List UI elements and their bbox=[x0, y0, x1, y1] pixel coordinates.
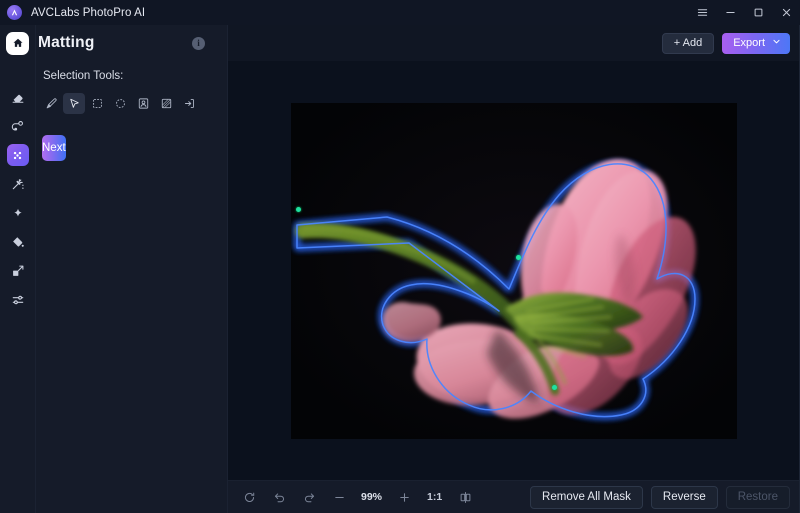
window-controls bbox=[688, 0, 800, 25]
add-button-label: + Add bbox=[673, 37, 703, 49]
home-icon[interactable] bbox=[6, 31, 29, 55]
selection-tools-row bbox=[36, 93, 227, 114]
next-button[interactable]: Next bbox=[42, 135, 66, 161]
zoom-in-button[interactable] bbox=[389, 485, 419, 509]
selection-tools-label: Selection Tools: bbox=[43, 70, 124, 82]
rail-item-matting[interactable] bbox=[6, 144, 29, 166]
canvas-stage[interactable] bbox=[228, 61, 800, 480]
add-button[interactable]: + Add bbox=[661, 32, 715, 54]
hamburger-icon[interactable] bbox=[688, 0, 716, 25]
main-body: Matting i Selection Tools: Next + Add Ex… bbox=[0, 25, 800, 513]
export-button-label: Export bbox=[733, 37, 765, 49]
reverse-button[interactable]: Reverse bbox=[650, 485, 718, 509]
flower-image bbox=[291, 102, 737, 439]
avclabs-logo-icon bbox=[7, 5, 22, 20]
rail-item-expand[interactable] bbox=[7, 260, 29, 282]
rail-item-adjust[interactable] bbox=[7, 289, 29, 311]
tool-rect-select[interactable] bbox=[86, 93, 108, 114]
export-button[interactable]: Export bbox=[722, 32, 790, 54]
tool-pointer[interactable] bbox=[63, 93, 85, 114]
maximize-icon[interactable] bbox=[744, 0, 772, 25]
rail-item-enhance[interactable] bbox=[7, 202, 29, 224]
undo-arrow-icon[interactable] bbox=[264, 485, 294, 509]
compare-split-icon[interactable] bbox=[450, 485, 480, 509]
restore-button: Restore bbox=[725, 485, 790, 509]
title-bar: AVCLabs PhotoPro AI bbox=[0, 0, 800, 25]
rail-item-eraser[interactable] bbox=[7, 86, 29, 108]
redo-arrow-icon[interactable] bbox=[294, 485, 324, 509]
remove-all-mask-button[interactable]: Remove All Mask bbox=[530, 485, 643, 509]
tool-portrait-select[interactable] bbox=[132, 93, 154, 114]
canvas-area: + Add Export 99% 1:1 Remove All Mask Rev… bbox=[228, 25, 800, 513]
chevron-down-icon bbox=[772, 37, 781, 49]
minimize-icon[interactable] bbox=[716, 0, 744, 25]
zoom-controls: 99% 1:1 bbox=[234, 485, 480, 509]
bottom-toolbar: 99% 1:1 Remove All Mask Reverse Restore bbox=[228, 480, 800, 513]
tool-brush[interactable] bbox=[40, 93, 62, 114]
page-title: Matting bbox=[38, 34, 95, 51]
info-icon[interactable]: i bbox=[192, 36, 205, 50]
panel-header: Matting i bbox=[0, 25, 228, 61]
tool-ellipse-select[interactable] bbox=[109, 93, 131, 114]
zoom-out-button[interactable] bbox=[324, 485, 354, 509]
zoom-level-label: 99% bbox=[361, 491, 383, 503]
tool-import-select[interactable] bbox=[178, 93, 200, 114]
tool-rail bbox=[0, 25, 36, 513]
app-window: AVCLabs PhotoPro AI Matting i Selection … bbox=[0, 0, 800, 513]
actual-size-button[interactable]: 1:1 bbox=[419, 485, 450, 509]
edited-photo[interactable] bbox=[291, 102, 737, 439]
reset-circle-icon[interactable] bbox=[234, 485, 264, 509]
rail-item-color-fill[interactable] bbox=[7, 231, 29, 253]
rail-item-ai-retouch[interactable] bbox=[7, 115, 29, 137]
marker-petal[interactable] bbox=[551, 384, 557, 390]
rail-item-magic-wand[interactable] bbox=[7, 173, 29, 195]
close-icon[interactable] bbox=[772, 0, 800, 25]
left-panel: Matting i Selection Tools: Next bbox=[6, 25, 228, 513]
app-title: AVCLabs PhotoPro AI bbox=[31, 6, 146, 19]
mask-actions: Remove All Mask Reverse Restore bbox=[530, 485, 790, 509]
canvas-toolbar: + Add Export bbox=[228, 25, 800, 61]
tool-pattern-select[interactable] bbox=[155, 93, 177, 114]
